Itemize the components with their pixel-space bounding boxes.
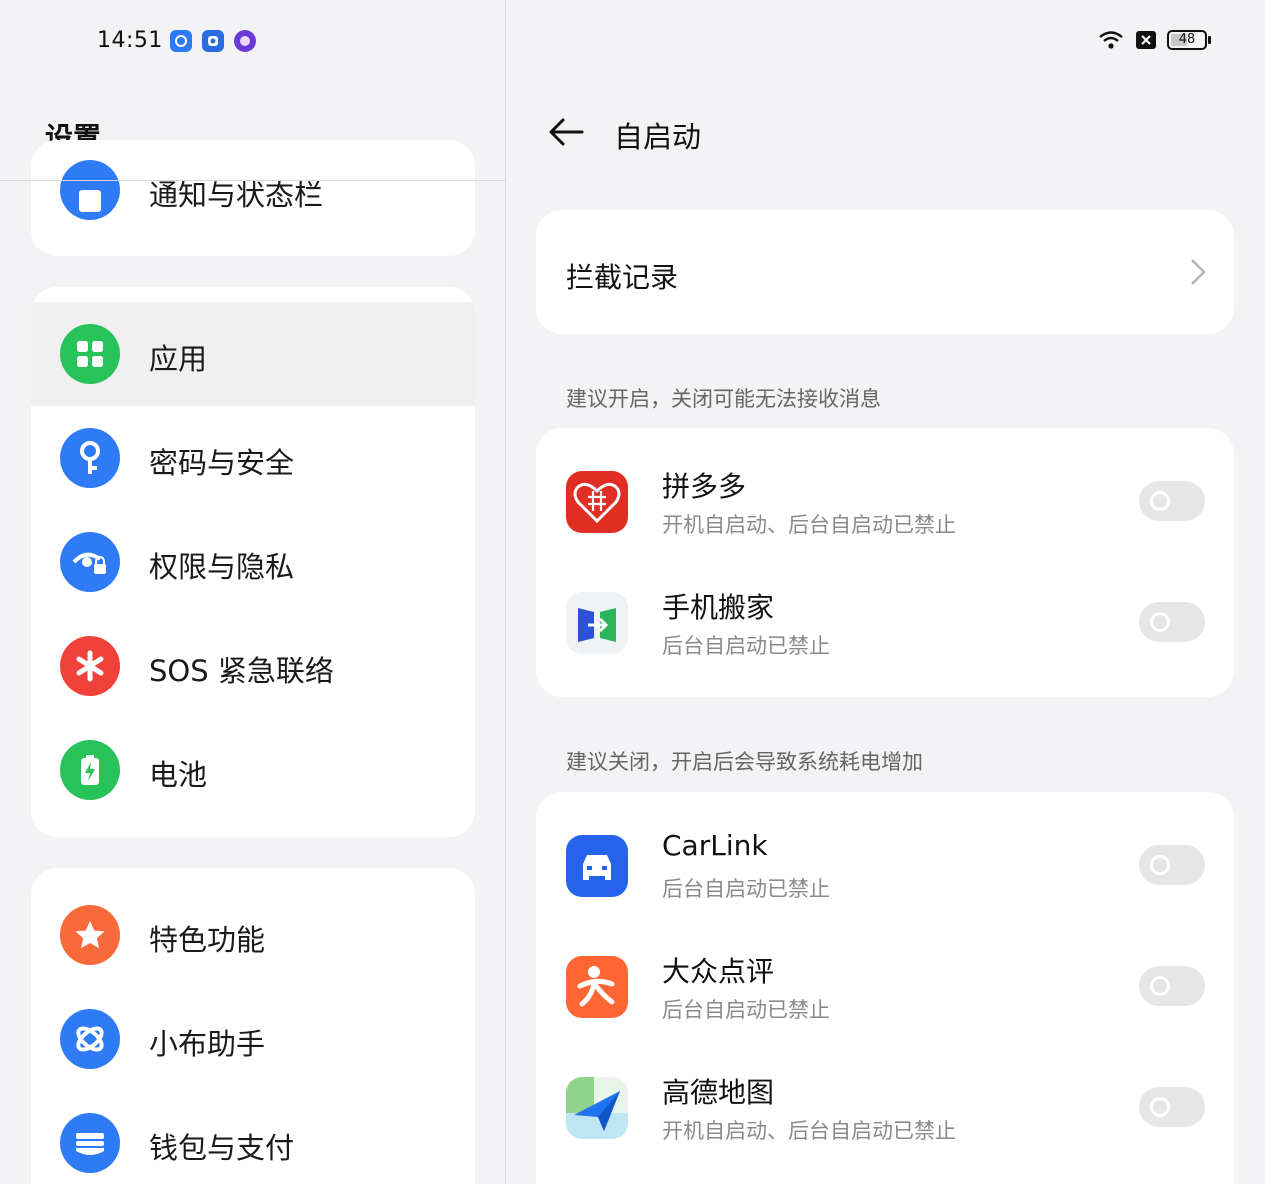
no-sim-icon [1136,31,1156,49]
app-status: 后台自启动已禁止 [662,998,830,1022]
settings-item-sos[interactable]: SOS 紧急联络 [31,614,475,718]
app-status: 后台自启动已禁止 [662,877,830,901]
app-name: 大众点评 [662,955,775,988]
app-name: CarLink [662,829,768,862]
chevron-right-icon [1188,256,1208,288]
key-icon [60,428,120,488]
pinduoduo-icon [566,471,628,533]
battery-icon [60,740,120,800]
battery-tip [1208,36,1211,44]
intercept-record-label: 拦截记录 [566,261,679,294]
app-status: 开机自启动、后台自启动已禁止 [662,513,956,537]
dianping-icon [566,956,628,1018]
settings-card-group2: 特色功能 小布助手 钱包与支付 [31,868,475,1184]
settings-item-label: 钱包与支付 [149,1131,295,1165]
list-item-pinduoduo: 拼多多 开机自启动、后台自启动已禁止 [536,441,1234,562]
privacy-eye-icon [60,532,120,592]
phone-clone-icon [566,592,628,654]
app-name: 拼多多 [662,470,747,503]
assistant-icon [60,1009,120,1069]
settings-item-label: 权限与隐私 [149,550,295,584]
list-item-amap: 高德地图 开机自启动、后台自启动已禁止 [536,1047,1234,1168]
autostart-toggle[interactable] [1139,602,1205,642]
settings-item-privacy[interactable]: 权限与隐私 [31,510,475,614]
sos-asterisk-icon [60,636,120,696]
settings-item-wallet[interactable]: 钱包与支付 [31,1091,475,1184]
list-item-phone-clone: 手机搬家 后台自启动已禁止 [536,562,1234,683]
settings-item-label: SOS 紧急联络 [149,654,334,688]
amap-icon [566,1077,628,1139]
settings-item-label: 应用 [149,342,208,376]
apps-grid-icon [60,324,120,384]
settings-item-security[interactable]: 密码与安全 [31,406,475,510]
app-status: 开机自启动、后台自启动已禁止 [662,1119,956,1143]
settings-item-features[interactable]: 特色功能 [31,883,475,987]
settings-item-apps[interactable]: 应用 [31,302,475,406]
status-time: 14:51 [97,28,163,53]
section-title-recommend-off: 建议关闭，开启后会导致系统耗电增加 [566,750,923,774]
autostart-toggle[interactable] [1139,845,1205,885]
notification-bar-icon [60,160,120,220]
app-name: 手机搬家 [662,591,775,624]
app-status: 后台自启动已禁止 [662,634,830,658]
battery-status-icon: 48 [1167,30,1207,50]
notification-app-icon [170,30,192,52]
autostart-toggle[interactable] [1139,1087,1205,1127]
page-title: 自启动 [614,120,702,154]
settings-item-label: 小布助手 [149,1027,266,1061]
autostart-pane: 48 自启动 拦截记录 建议开启，关闭可能无法接收消息 拼多多 开机自启动、后台… [506,0,1265,1184]
settings-item-battery[interactable]: 电池 [31,718,475,822]
wifi-icon [1098,29,1124,51]
app-name: 高德地图 [662,1076,775,1109]
notification-app-icon-2 [202,30,224,52]
settings-item-label: 电池 [149,758,208,792]
autostart-toggle[interactable] [1139,481,1205,521]
recommend-on-card: 拼多多 开机自启动、后台自启动已禁止 手机搬家 后台自启动已禁止 [536,428,1234,697]
settings-item-assistant[interactable]: 小布助手 [31,987,475,1091]
carlink-icon [566,835,628,897]
wallet-icon [60,1113,120,1173]
battery-level: 48 [1178,32,1196,47]
back-arrow-icon [549,118,584,146]
notification-app-icon-3 [234,30,256,52]
settings-card-group1: 应用 密码与安全 权限与隐私 SOS 紧急联络 电池 [31,287,475,837]
list-item-carlink: CarLink 后台自启动已禁止 [536,805,1234,926]
back-button[interactable] [546,112,586,152]
section-title-recommend-on: 建议开启，关闭可能无法接收消息 [566,387,881,411]
settings-pane: 14:51 设置 通知与状态栏 应用 密码与安全 权限与隐私 SOS 紧急联络 … [0,0,505,1184]
autostart-toggle[interactable] [1139,966,1205,1006]
settings-item-label: 特色功能 [149,923,266,957]
recommend-off-card: CarLink 后台自启动已禁止 大众点评 后台自启动已禁止 高德地图 开机自启… [536,792,1234,1184]
list-item-dianping: 大众点评 后台自启动已禁止 [536,926,1234,1047]
settings-item-label: 密码与安全 [149,446,295,480]
settings-item-notifications[interactable]: 通知与状态栏 [149,172,323,214]
header-divider [0,180,505,181]
settings-card-top: 通知与状态栏 [31,140,475,256]
intercept-record-row[interactable]: 拦截记录 [536,210,1234,334]
star-icon [60,905,120,965]
